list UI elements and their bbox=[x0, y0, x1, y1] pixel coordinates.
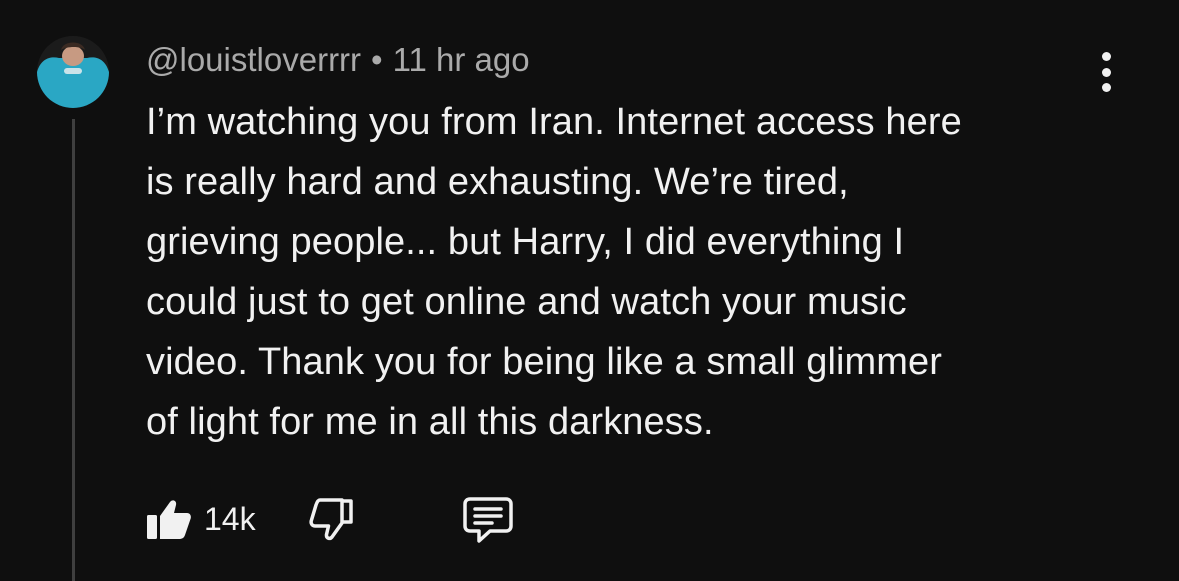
comment-body-line: grieving people... but Harry, I did ever… bbox=[146, 221, 905, 263]
comment-actions: 14k bbox=[146, 494, 514, 544]
comment-body: I’m watching you from Iran. Internet acc… bbox=[146, 92, 1091, 452]
thumbs-down-icon bbox=[308, 498, 353, 541]
like-button[interactable]: 14k bbox=[146, 497, 256, 541]
author-name[interactable]: @louistloverrrr bbox=[146, 41, 361, 78]
like-count: 14k bbox=[204, 500, 256, 537]
comment-body-line: I’m watching you from Iran. Internet acc… bbox=[146, 101, 962, 143]
comment-header: @louistloverrrr • 11 hr ago bbox=[146, 38, 530, 82]
reply-button[interactable] bbox=[462, 495, 514, 543]
avatar-image bbox=[37, 36, 109, 108]
more-options-button[interactable] bbox=[1088, 48, 1124, 96]
header-separator: • bbox=[371, 41, 383, 78]
comment-body-line: of light for me in all this darkness. bbox=[146, 401, 714, 443]
more-vertical-icon bbox=[1101, 52, 1111, 61]
more-vertical-icon-dot bbox=[1101, 67, 1111, 77]
thumbs-up-icon bbox=[147, 500, 191, 539]
avatar[interactable] bbox=[37, 36, 109, 108]
timestamp[interactable]: 11 hr ago bbox=[393, 41, 530, 78]
reply-comment-icon bbox=[462, 497, 513, 543]
comment-body-line: could just to get online and watch your … bbox=[146, 281, 907, 323]
thread-line bbox=[72, 119, 75, 581]
dislike-button[interactable] bbox=[308, 497, 354, 541]
comment-body-line: is really hard and exhausting. We’re tir… bbox=[146, 161, 849, 203]
comment: @louistloverrrr • 11 hr ago I’m watching y… bbox=[0, 0, 1179, 581]
more-vertical-icon-dot bbox=[1101, 83, 1111, 92]
comment-body-line: video. Thank you for being like a small … bbox=[146, 341, 943, 383]
